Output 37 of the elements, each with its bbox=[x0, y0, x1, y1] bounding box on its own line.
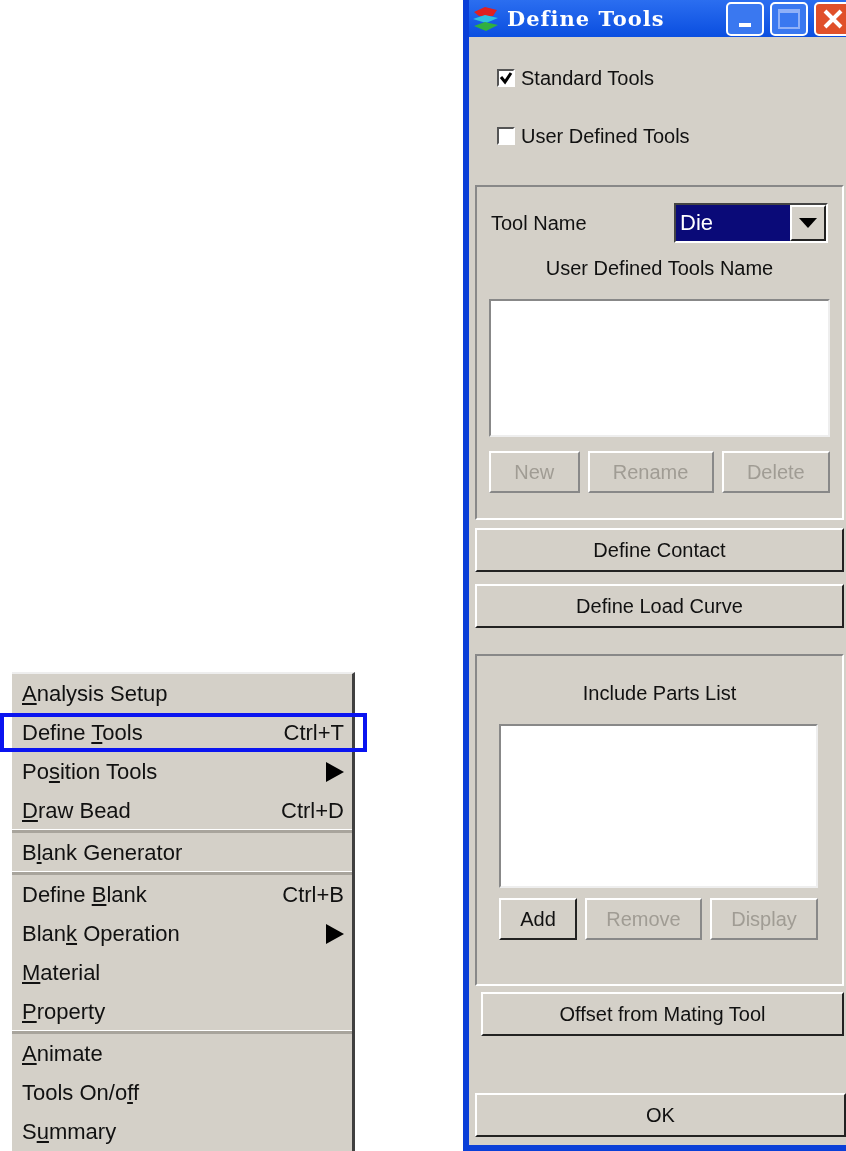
menu-item[interactable]: Define Tools Ctrl+T bbox=[12, 713, 352, 752]
checkbox-label: User Defined Tools bbox=[521, 124, 690, 149]
action-button[interactable]: Offset from Mating Tool bbox=[481, 992, 844, 1036]
action-button[interactable]: Define Load Curve bbox=[475, 584, 844, 628]
dropdown-arrow-icon bbox=[798, 217, 818, 229]
menu-item[interactable]: Tools On/off bbox=[12, 1073, 352, 1112]
shortcut-text: Ctrl+B bbox=[282, 881, 344, 909]
minimize-icon bbox=[739, 22, 751, 27]
menu-item[interactable]: Draw Bead Ctrl+D bbox=[12, 791, 352, 830]
maximize-icon bbox=[778, 8, 800, 29]
tools-list-box[interactable] bbox=[489, 299, 830, 437]
window-title: Define Tools bbox=[507, 4, 665, 33]
menu-item[interactable]: Animate bbox=[12, 1034, 352, 1073]
checkbox[interactable] bbox=[497, 127, 515, 145]
menu-item[interactable]: Position Tools bbox=[12, 752, 352, 791]
shortcut-text: Ctrl+D bbox=[281, 797, 344, 825]
menu-item[interactable]: Blank Generator bbox=[12, 833, 352, 872]
menu-item[interactable]: Analysis Setup bbox=[12, 674, 352, 713]
menu-item[interactable]: Blank Operation bbox=[12, 914, 352, 953]
checkbox-label: Standard Tools bbox=[521, 66, 655, 91]
list-label: Include Parts List bbox=[581, 681, 738, 706]
menu-item[interactable]: Summary bbox=[12, 1112, 352, 1151]
close-button[interactable] bbox=[814, 1, 846, 36]
ok-button[interactable]: OK bbox=[475, 1093, 846, 1137]
menu-item[interactable]: Property bbox=[12, 992, 352, 1031]
field-label: Tool Name bbox=[491, 211, 587, 236]
shortcut-text: Ctrl+T bbox=[283, 719, 344, 747]
menu-item[interactable]: Define Blank Ctrl+B bbox=[12, 875, 352, 914]
action-button[interactable]: Add bbox=[499, 898, 578, 940]
tool-name-dropdown[interactable]: Die bbox=[674, 203, 828, 243]
maximize-button[interactable] bbox=[770, 1, 808, 36]
close-icon bbox=[822, 7, 844, 30]
minimize-button[interactable] bbox=[726, 1, 764, 36]
list-label: User Defined Tools Name bbox=[544, 256, 775, 281]
action-button[interactable]: Define Contact bbox=[475, 528, 844, 572]
menu-item[interactable]: Material bbox=[12, 953, 352, 992]
checkbox[interactable] bbox=[497, 69, 515, 87]
